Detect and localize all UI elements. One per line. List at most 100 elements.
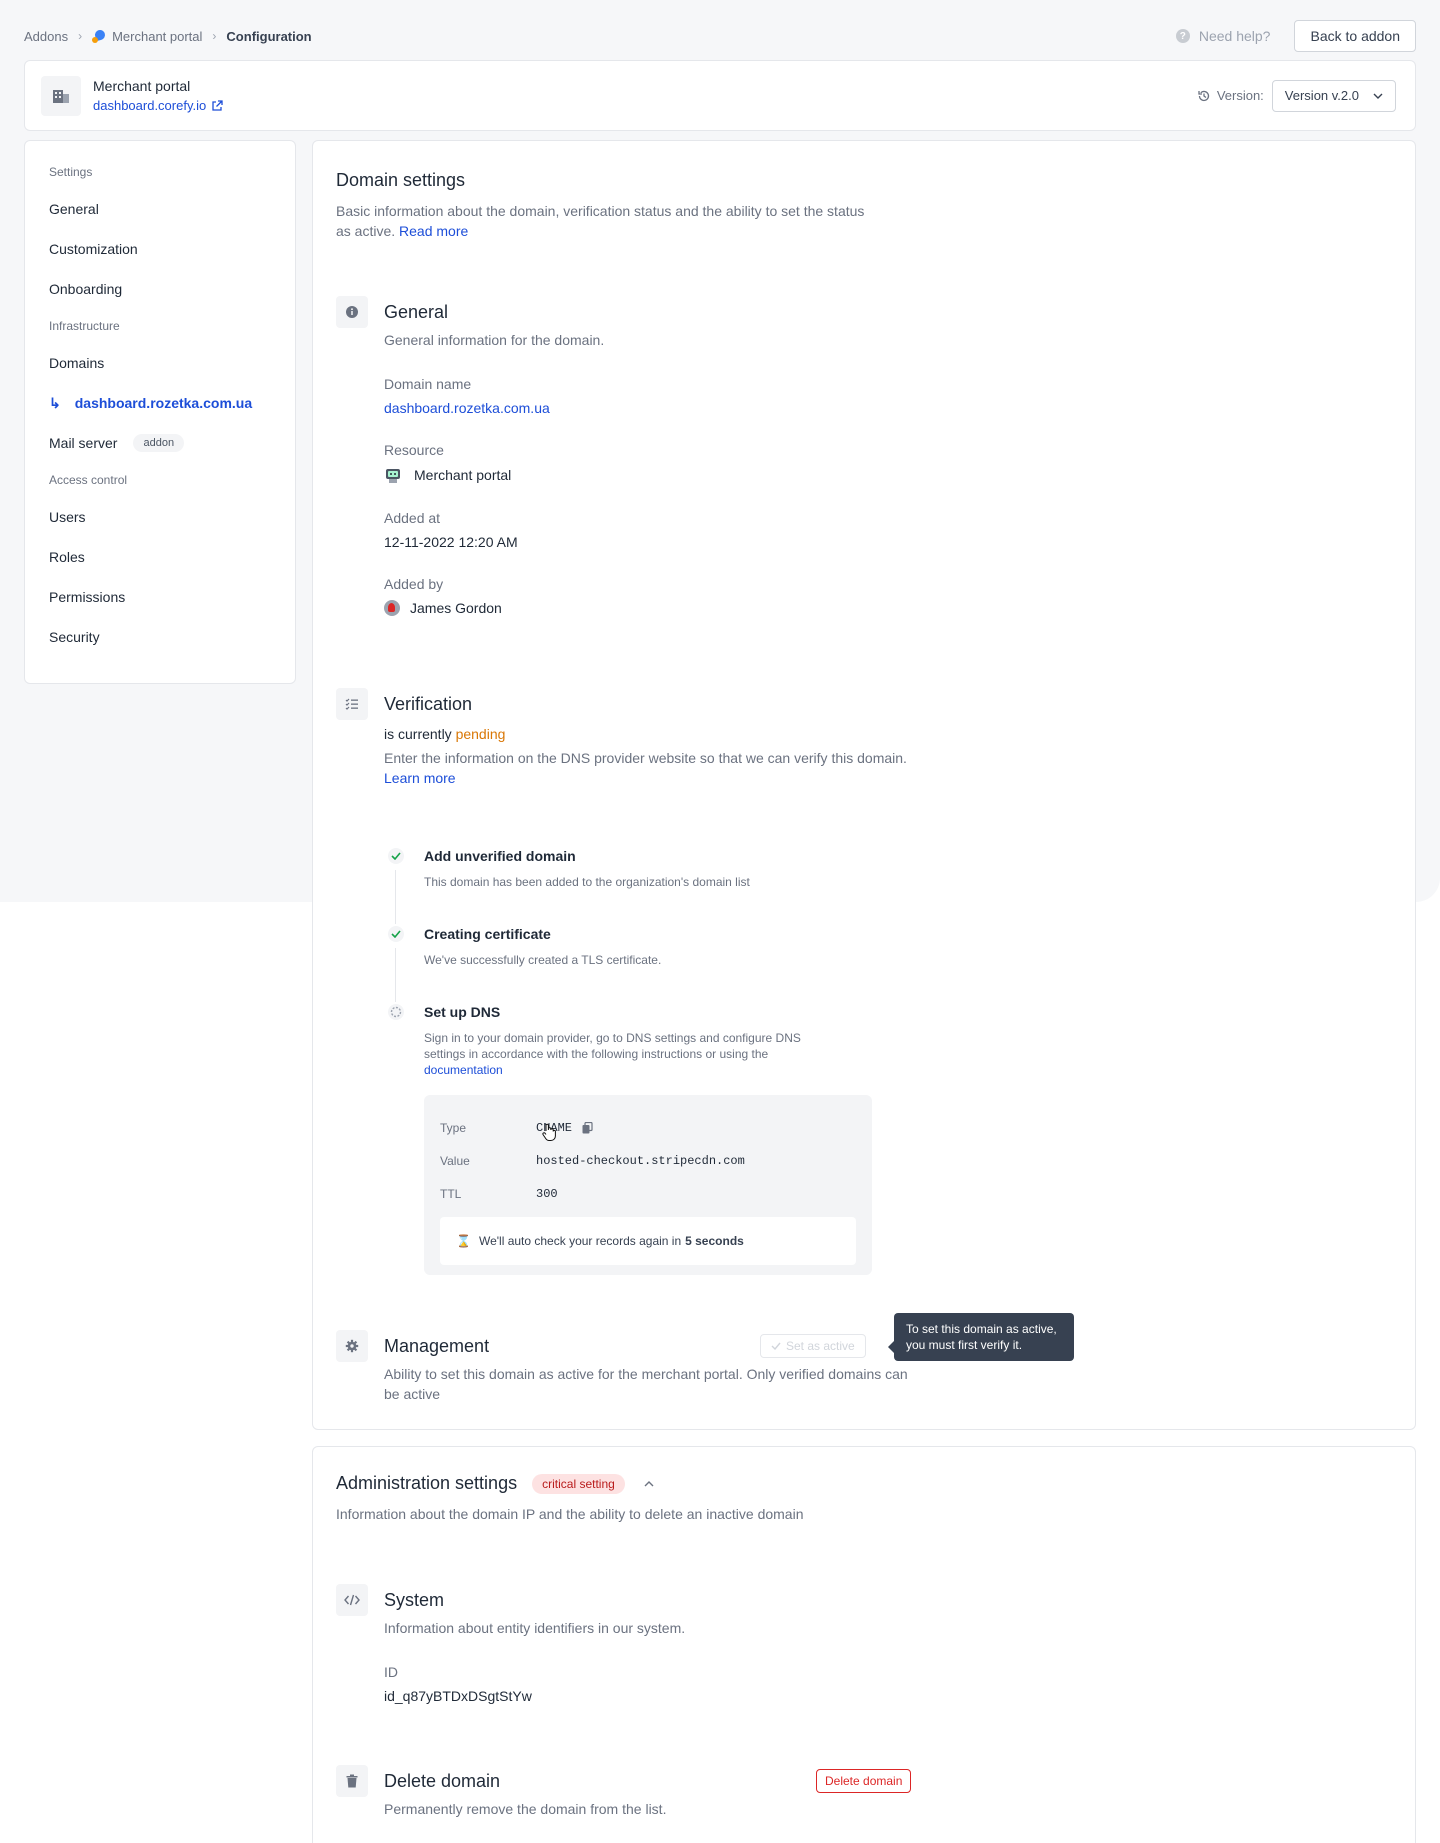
dns-row-value: Value hosted-checkout.stripecdn.com xyxy=(440,1144,856,1177)
tooltip: To set this domain as active, you must f… xyxy=(888,1313,1074,1361)
management-desc: Ability to set this domain as active for… xyxy=(384,1366,908,1402)
step-desc: This domain has been added to the organi… xyxy=(424,875,750,889)
auto-check-countdown: 5 seconds xyxy=(685,1234,744,1248)
version-select[interactable]: Version v.2.0 xyxy=(1271,79,1396,112)
info-icon xyxy=(336,296,368,328)
sidebar-item-active-domain[interactable]: ↳ dashboard.rozetka.com.ua xyxy=(49,383,271,423)
step-title: Add unverified domain xyxy=(424,848,576,864)
sidebar: Settings General Customization Onboardin… xyxy=(24,140,296,684)
dns-value-label: Value xyxy=(440,1153,470,1168)
resource-link[interactable]: dashboard.corefy.io xyxy=(93,98,223,113)
checklist-icon xyxy=(336,688,368,720)
hand-cursor-icon xyxy=(542,1123,556,1141)
version-value: Version v.2.0 xyxy=(1284,88,1359,103)
domain-name-link[interactable]: dashboard.rozetka.com.ua xyxy=(384,400,924,416)
verification-title: Verification xyxy=(384,694,473,714)
dns-ttl-label: TTL xyxy=(440,1186,462,1201)
building-icon xyxy=(41,75,81,116)
dns-type-label: Type xyxy=(440,1120,467,1135)
general-title: General xyxy=(384,302,449,322)
documentation-link[interactable]: documentation xyxy=(424,1063,503,1077)
step-title: Set up DNS xyxy=(424,1004,501,1020)
sidebar-item-mail-server[interactable]: Mail server addon xyxy=(49,423,271,463)
auto-check-note: ⌛ We'll auto check your records again in… xyxy=(440,1217,856,1265)
sidebar-item-mail-server-label: Mail server xyxy=(49,435,118,451)
sidebar-item-onboarding[interactable]: Onboarding xyxy=(49,269,271,309)
id-value: id_q87yBTDxDSgtStYw xyxy=(384,1688,532,1704)
merchant-portal-logo-icon xyxy=(92,29,106,43)
dns-row-type: Type CNAME xyxy=(440,1111,856,1144)
added-by-name: James Gordon xyxy=(410,600,502,616)
step-desc: We've successfully created a TLS certifi… xyxy=(424,953,662,967)
sidebar-item-roles[interactable]: Roles xyxy=(49,537,271,577)
resource-link-label: dashboard.corefy.io xyxy=(93,98,207,113)
administration-settings-card: Administration settings critical setting… xyxy=(312,1446,1416,1843)
resource-header: Merchant portal dashboard.corefy.io Vers… xyxy=(24,60,1416,131)
code-icon xyxy=(336,1584,368,1616)
sidebar-item-customization[interactable]: Customization xyxy=(49,229,271,269)
help-link[interactable]: ? Need help? xyxy=(1175,28,1270,44)
domain-settings-desc: Basic information about the domain, veri… xyxy=(336,201,876,241)
domain-name-label: Domain name xyxy=(384,376,472,392)
resource-value: Merchant portal xyxy=(384,466,924,484)
addon-badge: addon xyxy=(133,434,185,452)
status-prefix: is currently xyxy=(384,726,452,742)
copy-icon[interactable] xyxy=(582,1121,593,1134)
step-certificate: Creating certificate We've successfully … xyxy=(384,926,864,1004)
step-connector xyxy=(395,870,396,924)
administration-title: Administration settings critical setting xyxy=(336,1473,1036,1495)
read-more-link[interactable]: Read more xyxy=(399,223,468,239)
chevron-right-icon: › xyxy=(212,29,217,43)
added-by-label: Added by xyxy=(384,576,444,592)
top-bar: Addons › Merchant portal › Configuration… xyxy=(24,20,1416,52)
sidebar-item-active-domain-label: dashboard.rozetka.com.ua xyxy=(74,395,253,411)
added-at-label: Added at xyxy=(384,510,441,526)
domain-settings-card: Domain settings Basic information about … xyxy=(312,140,1416,1430)
resource-label: Resource xyxy=(384,442,444,458)
critical-badge: critical setting xyxy=(532,1474,625,1495)
gear-icon xyxy=(336,1330,368,1362)
set-as-active-label: Set as active xyxy=(786,1339,855,1353)
step-connector xyxy=(395,948,396,1002)
general-desc: General information for the domain. xyxy=(384,332,605,348)
chevron-up-icon[interactable] xyxy=(644,1481,654,1487)
sidebar-item-domains[interactable]: Domains xyxy=(49,343,271,383)
sidebar-item-users[interactable]: Users xyxy=(49,497,271,537)
chevron-down-icon xyxy=(1373,93,1383,99)
check-icon xyxy=(388,926,404,942)
step-title: Creating certificate xyxy=(424,926,551,942)
check-icon xyxy=(388,848,404,864)
dns-row-ttl: TTL 300 xyxy=(440,1177,856,1210)
step-desc-text: Sign in to your domain provider, go to D… xyxy=(424,1031,801,1061)
version-label: Version: xyxy=(1216,88,1264,103)
administration-desc: Information about the domain IP and the … xyxy=(336,1506,804,1523)
sidebar-item-permissions[interactable]: Permissions xyxy=(49,577,271,617)
delete-domain-button[interactable]: Delete domain xyxy=(816,1769,912,1793)
avatar xyxy=(384,600,400,616)
dns-ttl-value: 300 xyxy=(536,1186,558,1201)
verification-status: is currently pending xyxy=(384,724,924,744)
breadcrumb-portal[interactable]: Merchant portal xyxy=(112,29,202,44)
added-at-value: 12-11-2022 12:20 AM xyxy=(384,534,518,550)
return-arrow-icon: ↳ xyxy=(49,394,61,411)
back-to-addon-button[interactable]: Back to addon xyxy=(1294,20,1416,52)
hourglass-icon: ⌛ xyxy=(456,1234,471,1248)
added-by-value: James Gordon xyxy=(384,600,924,616)
breadcrumb-addons[interactable]: Addons xyxy=(24,29,68,44)
sidebar-group-infrastructure: Infrastructure xyxy=(49,319,120,333)
trash-icon xyxy=(336,1765,368,1797)
sidebar-item-general[interactable]: General xyxy=(49,189,271,229)
breadcrumb: Addons › Merchant portal › Configuration xyxy=(24,29,312,44)
sidebar-group-settings: Settings xyxy=(49,165,93,179)
resource-value-label: Merchant portal xyxy=(414,467,512,483)
verification-desc-text: Enter the information on the DNS provide… xyxy=(384,750,907,766)
robot-icon xyxy=(384,466,402,484)
learn-more-link[interactable]: Learn more xyxy=(384,770,456,786)
id-label: ID xyxy=(384,1664,398,1680)
sidebar-item-security[interactable]: Security xyxy=(49,617,271,657)
step-add-domain: Add unverified domain This domain has be… xyxy=(384,848,864,926)
dns-record-box: Type CNAME Value hosted-checkout.stripec… xyxy=(424,1095,872,1275)
dns-value-value: hosted-checkout.stripecdn.com xyxy=(536,1153,745,1168)
set-as-active-button[interactable]: Set as active xyxy=(760,1334,866,1358)
check-icon xyxy=(771,1342,781,1350)
